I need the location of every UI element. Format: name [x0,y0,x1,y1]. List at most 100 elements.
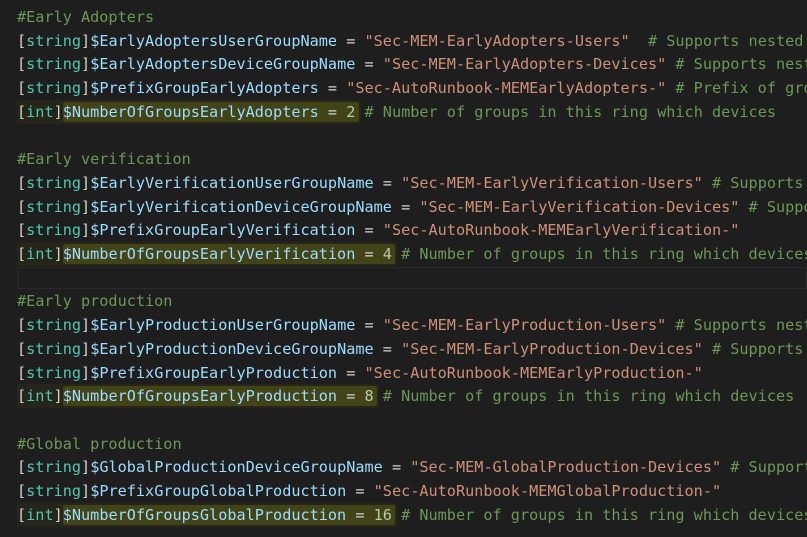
assigned-value: "Sec-MEM-EarlyAdopters-Devices" [382,55,667,74]
close-bracket: ] [81,173,91,192]
type-keyword: string [26,55,82,74]
code-line[interactable]: [int]$NumberOfGroupsEarlyAdopters = 2 # … [17,100,776,124]
assigned-value: 2 [346,102,356,121]
assigned-value: 16 [373,505,392,524]
variable-name: $NumberOfGroupsEarlyVerification [62,245,356,263]
close-bracket: ] [81,31,91,50]
type-keyword: string [26,482,82,500]
type-keyword: string [26,458,82,477]
close-bracket: ] [81,363,91,382]
type-keyword: string [26,316,82,335]
open-bracket: [ [17,221,27,240]
code-line[interactable]: [int]$NumberOfGroupsEarlyProduction = 8 … [17,384,794,408]
open-bracket: [ [17,505,27,524]
close-bracket: ] [81,197,91,216]
assigned-value: "Sec-MEM-EarlyVerification-Devices" [419,197,740,216]
type-keyword: string [26,173,82,192]
inline-comment: # Supports nested groups [675,55,807,74]
variable-name: $EarlyProductionUserGroupName [90,316,356,335]
code-line[interactable]: [string]$EarlyProductionDeviceGroupName … [17,337,807,361]
section-comment: #Early Adopters [17,8,155,26]
assigned-value: "Sec-AutoRunbook-MEMEarlyVerification-" [382,221,740,240]
gutter-marker [0,100,3,124]
code-line[interactable]: #Early Adopters [17,5,154,29]
close-bracket: ] [81,79,91,98]
close-bracket: ] [81,339,91,358]
inline-comment: # Prefix of groups [675,79,807,98]
open-bracket: [ [17,339,27,358]
type-keyword: string [26,31,82,50]
code-line[interactable]: [string]$EarlyVerificationDeviceGroupNam… [17,195,807,219]
variable-name: $PrefixGroupGlobalProduction [90,482,347,500]
assigned-value: 8 [364,387,374,406]
inline-comment: # Supports nested groups [675,316,807,335]
code-line[interactable]: [string]$PrefixGroupEarlyProduction = "S… [17,361,703,385]
code-line[interactable]: #Global production [17,432,182,456]
close-bracket: ] [81,221,91,240]
current-line-highlight [17,266,807,289]
inline-comment: # Supports nested groups [711,339,804,358]
code-line[interactable]: [int]$NumberOfGroupsEarlyVerification = … [17,242,807,266]
close-bracket: ] [53,387,63,406]
variable-name: $EarlyProductionDeviceGroupName [90,339,374,358]
code-line[interactable]: [string]$PrefixGroupEarlyAdopters = "Sec… [17,76,807,100]
code-editor[interactable]: #Early Adopters [string]$EarlyAdoptersUse… [0,0,807,537]
code-line[interactable]: [string]$EarlyAdoptersDeviceGroupName = … [17,52,807,76]
variable-name: $EarlyAdoptersDeviceGroupName [90,55,356,74]
type-keyword: string [26,221,82,240]
variable-name: $PrefixGroupEarlyVerification [90,221,356,240]
open-bracket: [ [17,79,27,98]
variable-name: $NumberOfGroupsGlobalProduction [62,505,347,524]
code-line[interactable]: [string]$GlobalProductionDeviceGroupName… [17,455,807,479]
variable-name: $NumberOfGroupsEarlyAdopters [62,102,319,121]
assigned-value: "Sec-MEM-EarlyProduction-Devices" [401,339,703,358]
inline-comment: # Number of groups in this ring which de… [391,245,807,263]
close-bracket: ] [81,482,91,500]
section-comment: #Global production [17,434,182,453]
code-line[interactable]: #Early production [17,289,172,313]
assigned-value: "Sec-MEM-EarlyVerification-Users" [401,173,703,192]
assigned-value: "Sec-AutoRunbook-MEMEarlyProduction-" [364,363,703,382]
close-bracket: ] [81,55,91,74]
assign-operator: = [318,102,347,121]
inline-comment: # Supports nested groups [730,458,807,477]
close-bracket: ] [53,505,63,524]
type-keyword: int [26,102,54,121]
code-line[interactable]: [string]$PrefixGroupEarlyVerification = … [17,218,739,242]
code-line[interactable]: #Early verification [17,147,191,171]
assign-operator: = [346,505,374,524]
inline-comment: # Number of groups in this ring which de… [355,102,776,121]
assign-operator: = [337,31,365,50]
inline-comment: # Supports nested groups [711,173,804,192]
type-keyword: int [26,387,54,406]
open-bracket: [ [17,363,27,382]
assigned-value: "Sec-MEM-EarlyAdopters-Users" [364,31,630,50]
open-bracket: [ [17,482,27,500]
code-line[interactable]: [string]$EarlyAdoptersUserGroupName = "S… [17,29,807,53]
open-bracket: [ [17,458,27,477]
variable-name: $EarlyVerificationUserGroupName [90,173,374,192]
assign-operator: = [355,245,383,263]
section-comment: #Early production [17,292,173,311]
assign-operator: = [382,458,411,477]
assign-operator: = [355,55,383,74]
code-line[interactable]: [string]$EarlyVerificationUserGroupName … [17,171,807,195]
variable-name: $EarlyAdoptersUserGroupName [90,31,338,50]
type-keyword: int [26,245,54,263]
variable-name: $PrefixGroupEarlyProduction [90,363,338,382]
gutter-marker [0,384,3,408]
code-line[interactable]: [string]$EarlyProductionUserGroupName = … [17,313,807,337]
open-bracket: [ [17,102,27,121]
close-bracket: ] [81,458,91,477]
close-bracket: ] [53,102,63,121]
assign-operator: = [346,482,374,500]
type-keyword: string [26,79,82,98]
assign-operator: = [355,316,383,335]
type-keyword: string [26,339,82,358]
variable-name: $NumberOfGroupsEarlyProduction [62,387,338,406]
code-line[interactable]: [int]$NumberOfGroupsGlobalProduction = 1… [17,503,807,527]
code-line[interactable]: [string]$PrefixGroupGlobalProduction = "… [17,479,721,503]
variable-name: $PrefixGroupEarlyAdopters [90,79,319,98]
inline-comment: # Number of groups in this ring which de… [373,387,795,406]
assign-operator: = [337,387,365,406]
